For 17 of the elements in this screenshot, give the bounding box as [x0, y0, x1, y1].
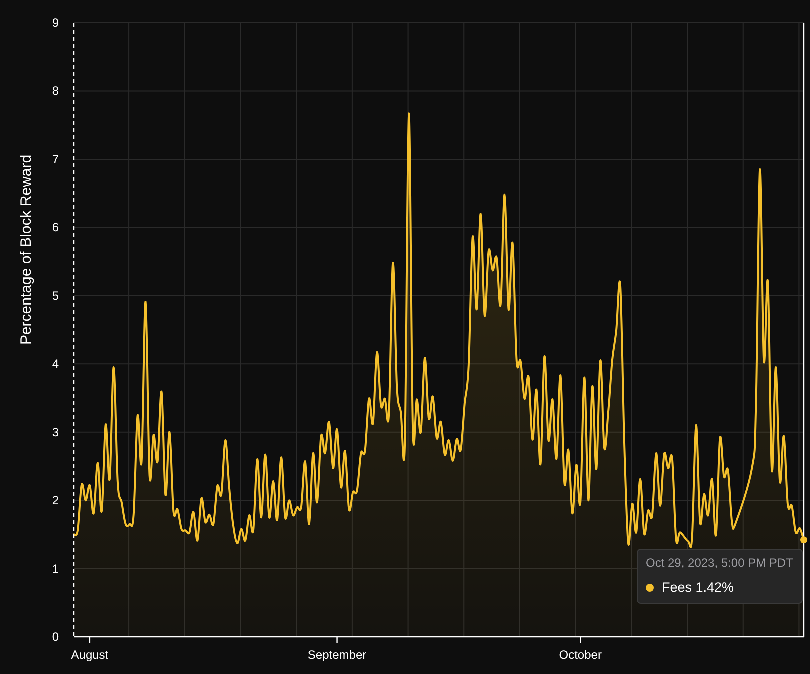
y-axis-tick-label: 6	[52, 220, 59, 235]
y-axis-tick-label: 0	[52, 630, 59, 644]
y-axis-tick-label: 1	[52, 562, 59, 576]
tooltip-value: Fees 1.42%	[662, 580, 734, 595]
y-axis-tick-label: 2	[52, 494, 59, 508]
x-axis-tick-label: October	[559, 648, 602, 662]
x-axis-tick-label: August	[71, 648, 109, 662]
data-point-marker	[800, 536, 808, 544]
y-axis-tick-label: 8	[52, 84, 59, 98]
y-axis-tick-label: 4	[52, 357, 59, 372]
tooltip-timestamp: Oct 29, 2023, 5:00 PM PDT	[646, 556, 794, 570]
y-axis-tick-label: 7	[52, 152, 59, 166]
y-axis-tick-label: 9	[52, 16, 59, 30]
y-axis-tick-label: 3	[52, 425, 59, 440]
y-axis-tick-label: 5	[52, 288, 59, 303]
y-axis-title: Percentage of Block Reward	[18, 154, 35, 346]
x-axis-tick-label: September	[308, 648, 367, 662]
